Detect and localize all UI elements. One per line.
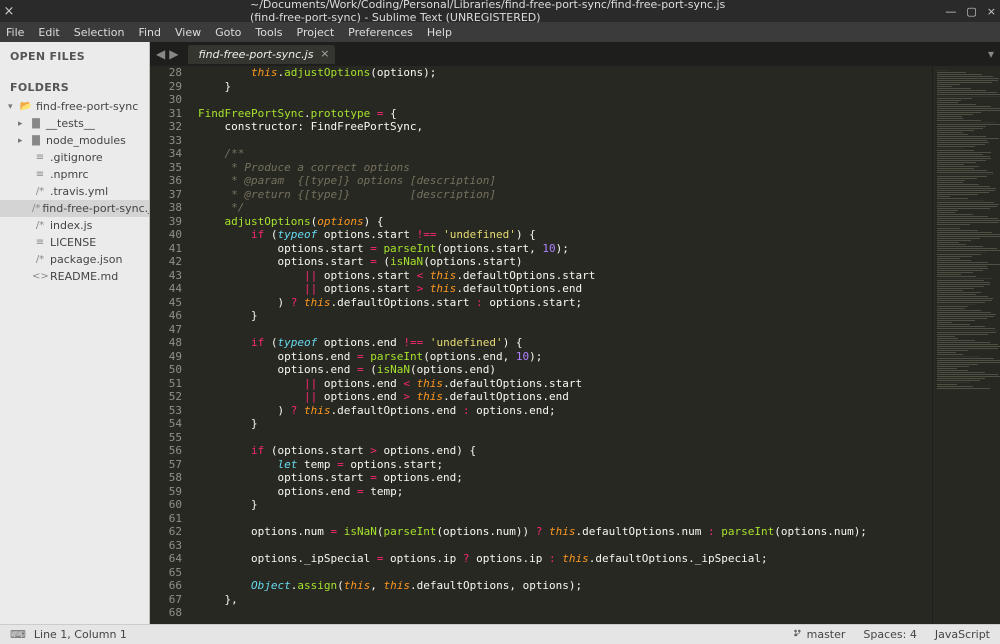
file-icon: /*	[32, 254, 48, 265]
cursor-position: Line 1, Column 1	[34, 628, 127, 641]
git-branch-icon	[793, 628, 803, 638]
sidebar-file-label: .gitignore	[48, 151, 103, 164]
sidebar-file-npmrc[interactable]: ≡ .npmrc	[0, 166, 149, 183]
window-title: ~/Documents/Work/Coding/Personal/Librari…	[250, 0, 750, 24]
tab-label: find-free-port-sync.js	[198, 48, 313, 61]
sidebar-file-findfreeport[interactable]: /* find-free-port-sync.js	[0, 200, 149, 217]
minimap[interactable]	[932, 66, 1000, 624]
git-branch-label: master	[807, 628, 846, 641]
sidebar-root-folder[interactable]: ▾ 📂 find-free-port-sync	[0, 98, 149, 115]
sidebar-file-label: index.js	[48, 219, 92, 232]
tab-overflow-button[interactable]: ▾	[988, 47, 994, 61]
menu-selection[interactable]: Selection	[74, 26, 125, 39]
code-area[interactable]: this.adjustOptions(options); }FindFreePo…	[192, 66, 932, 624]
sidebar-file-travis[interactable]: /* .travis.yml	[0, 183, 149, 200]
tab-prev-button[interactable]: ◀	[156, 47, 165, 61]
folders-header: FOLDERS	[0, 73, 149, 98]
menu-find[interactable]: Find	[138, 26, 161, 39]
folder-icon: ▇	[28, 135, 44, 146]
tab-current[interactable]: find-free-port-sync.js ×	[188, 45, 335, 64]
code-editor[interactable]: 2829303132333435363738394041424344454647…	[150, 66, 1000, 624]
file-icon: /*	[32, 220, 48, 231]
tab-bar: ◀ ▶ find-free-port-sync.js × ▾	[150, 42, 1000, 66]
tab-close-button[interactable]: ×	[320, 47, 329, 60]
window-close-button-2[interactable]: ×	[987, 5, 996, 18]
chevron-right-icon: ▸	[18, 119, 28, 129]
sidebar-file-index[interactable]: /* index.js	[0, 217, 149, 234]
sidebar-folder-nodemodules[interactable]: ▸ ▇ node_modules	[0, 132, 149, 149]
sidebar-file-label: .travis.yml	[48, 185, 108, 198]
sidebar-file-label: LICENSE	[48, 236, 96, 249]
sidebar-file-license[interactable]: ≡ LICENSE	[0, 234, 149, 251]
sidebar-file-package[interactable]: /* package.json	[0, 251, 149, 268]
window-titlebar: × ~/Documents/Work/Coding/Personal/Libra…	[0, 0, 1000, 22]
menu-edit[interactable]: Edit	[38, 26, 59, 39]
console-toggle-button[interactable]: ⌨	[10, 628, 26, 641]
folder-icon: ▇	[28, 118, 44, 129]
menu-goto[interactable]: Goto	[215, 26, 241, 39]
menu-preferences[interactable]: Preferences	[348, 26, 413, 39]
sidebar-file-label: package.json	[48, 253, 122, 266]
file-icon: ≡	[32, 237, 48, 248]
menu-view[interactable]: View	[175, 26, 201, 39]
sidebar-root-label: find-free-port-sync	[34, 100, 138, 113]
menu-help[interactable]: Help	[427, 26, 452, 39]
file-icon: ≡	[32, 152, 48, 163]
folder-open-icon: 📂	[18, 101, 34, 112]
file-icon: <>	[32, 271, 48, 282]
window-maximize-button[interactable]: ▢	[966, 5, 976, 18]
sidebar-folder-tests[interactable]: ▸ ▇ __tests__	[0, 115, 149, 132]
menu-file[interactable]: File	[6, 26, 24, 39]
tab-next-button[interactable]: ▶	[169, 47, 178, 61]
sidebar-file-gitignore[interactable]: ≡ .gitignore	[0, 149, 149, 166]
file-icon: /*	[32, 203, 40, 214]
window-minimize-button[interactable]: —	[945, 5, 956, 18]
menu-bar: File Edit Selection Find View Goto Tools…	[0, 22, 1000, 42]
git-branch-indicator[interactable]: master	[793, 628, 845, 641]
chevron-down-icon: ▾	[8, 102, 18, 112]
sidebar-file-label: README.md	[48, 270, 118, 283]
window-close-button[interactable]: ×	[0, 4, 18, 19]
sidebar-folder-label: node_modules	[44, 134, 126, 147]
indentation-indicator[interactable]: Spaces: 4	[863, 628, 916, 641]
syntax-indicator[interactable]: JavaScript	[935, 628, 990, 641]
sidebar-file-label: .npmrc	[48, 168, 89, 181]
open-files-header: OPEN FILES	[0, 42, 149, 67]
sidebar: OPEN FILES FOLDERS ▾ 📂 find-free-port-sy…	[0, 42, 150, 624]
line-gutter: 2829303132333435363738394041424344454647…	[150, 66, 192, 624]
menu-tools[interactable]: Tools	[255, 26, 282, 39]
menu-project[interactable]: Project	[297, 26, 335, 39]
chevron-right-icon: ▸	[18, 136, 28, 146]
file-icon: ≡	[32, 169, 48, 180]
sidebar-file-label: find-free-port-sync.js	[40, 202, 150, 215]
file-icon: /*	[32, 186, 48, 197]
sidebar-file-readme[interactable]: <> README.md	[0, 268, 149, 285]
status-bar: ⌨ Line 1, Column 1 master Spaces: 4 Java…	[0, 624, 1000, 644]
sidebar-folder-label: __tests__	[44, 117, 95, 130]
